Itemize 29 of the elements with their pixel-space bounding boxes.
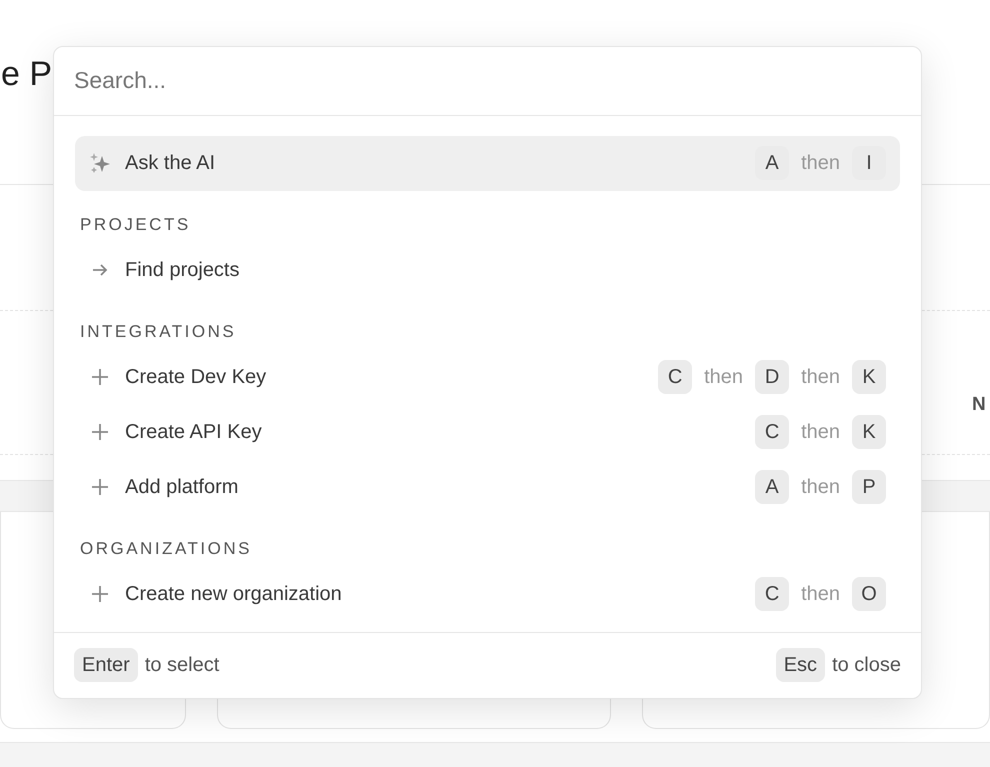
key-cap: C [755, 577, 790, 612]
key-cap: I [852, 146, 886, 180]
key-cap: D [755, 360, 790, 394]
section-heading: ORGANIZATIONS [79, 538, 253, 560]
shortcut-separator: then [801, 420, 840, 444]
search-field[interactable]: Search... [54, 47, 921, 116]
shortcut-separator: then [801, 152, 840, 175]
column-label: N [972, 394, 987, 416]
key-cap: P [852, 470, 886, 504]
command-item[interactable]: Ask the AI A then I [75, 136, 900, 191]
key-cap: K [852, 360, 886, 394]
page-title: e P [1, 54, 52, 95]
key-cap: Esc [776, 648, 826, 682]
shortcut-separator: then [801, 476, 840, 499]
shortcut-separator: then [801, 582, 840, 606]
key-cap: O [852, 577, 886, 612]
section-heading: INTEGRATIONS [79, 320, 238, 343]
shortcut-separator: then [801, 366, 840, 389]
key-cap: C [755, 415, 790, 450]
section-heading: PROJECTS [79, 214, 192, 236]
shortcut-separator: then [704, 366, 744, 389]
footer-hint: to select [144, 654, 220, 677]
key-cap: A [755, 146, 790, 180]
key-cap: A [755, 470, 790, 504]
sparkle-icon [89, 152, 111, 174]
key-cap: C [658, 360, 692, 394]
key-cap: K [852, 415, 886, 450]
key-cap: Enter [74, 648, 138, 682]
footer-hint: to close [832, 654, 901, 677]
